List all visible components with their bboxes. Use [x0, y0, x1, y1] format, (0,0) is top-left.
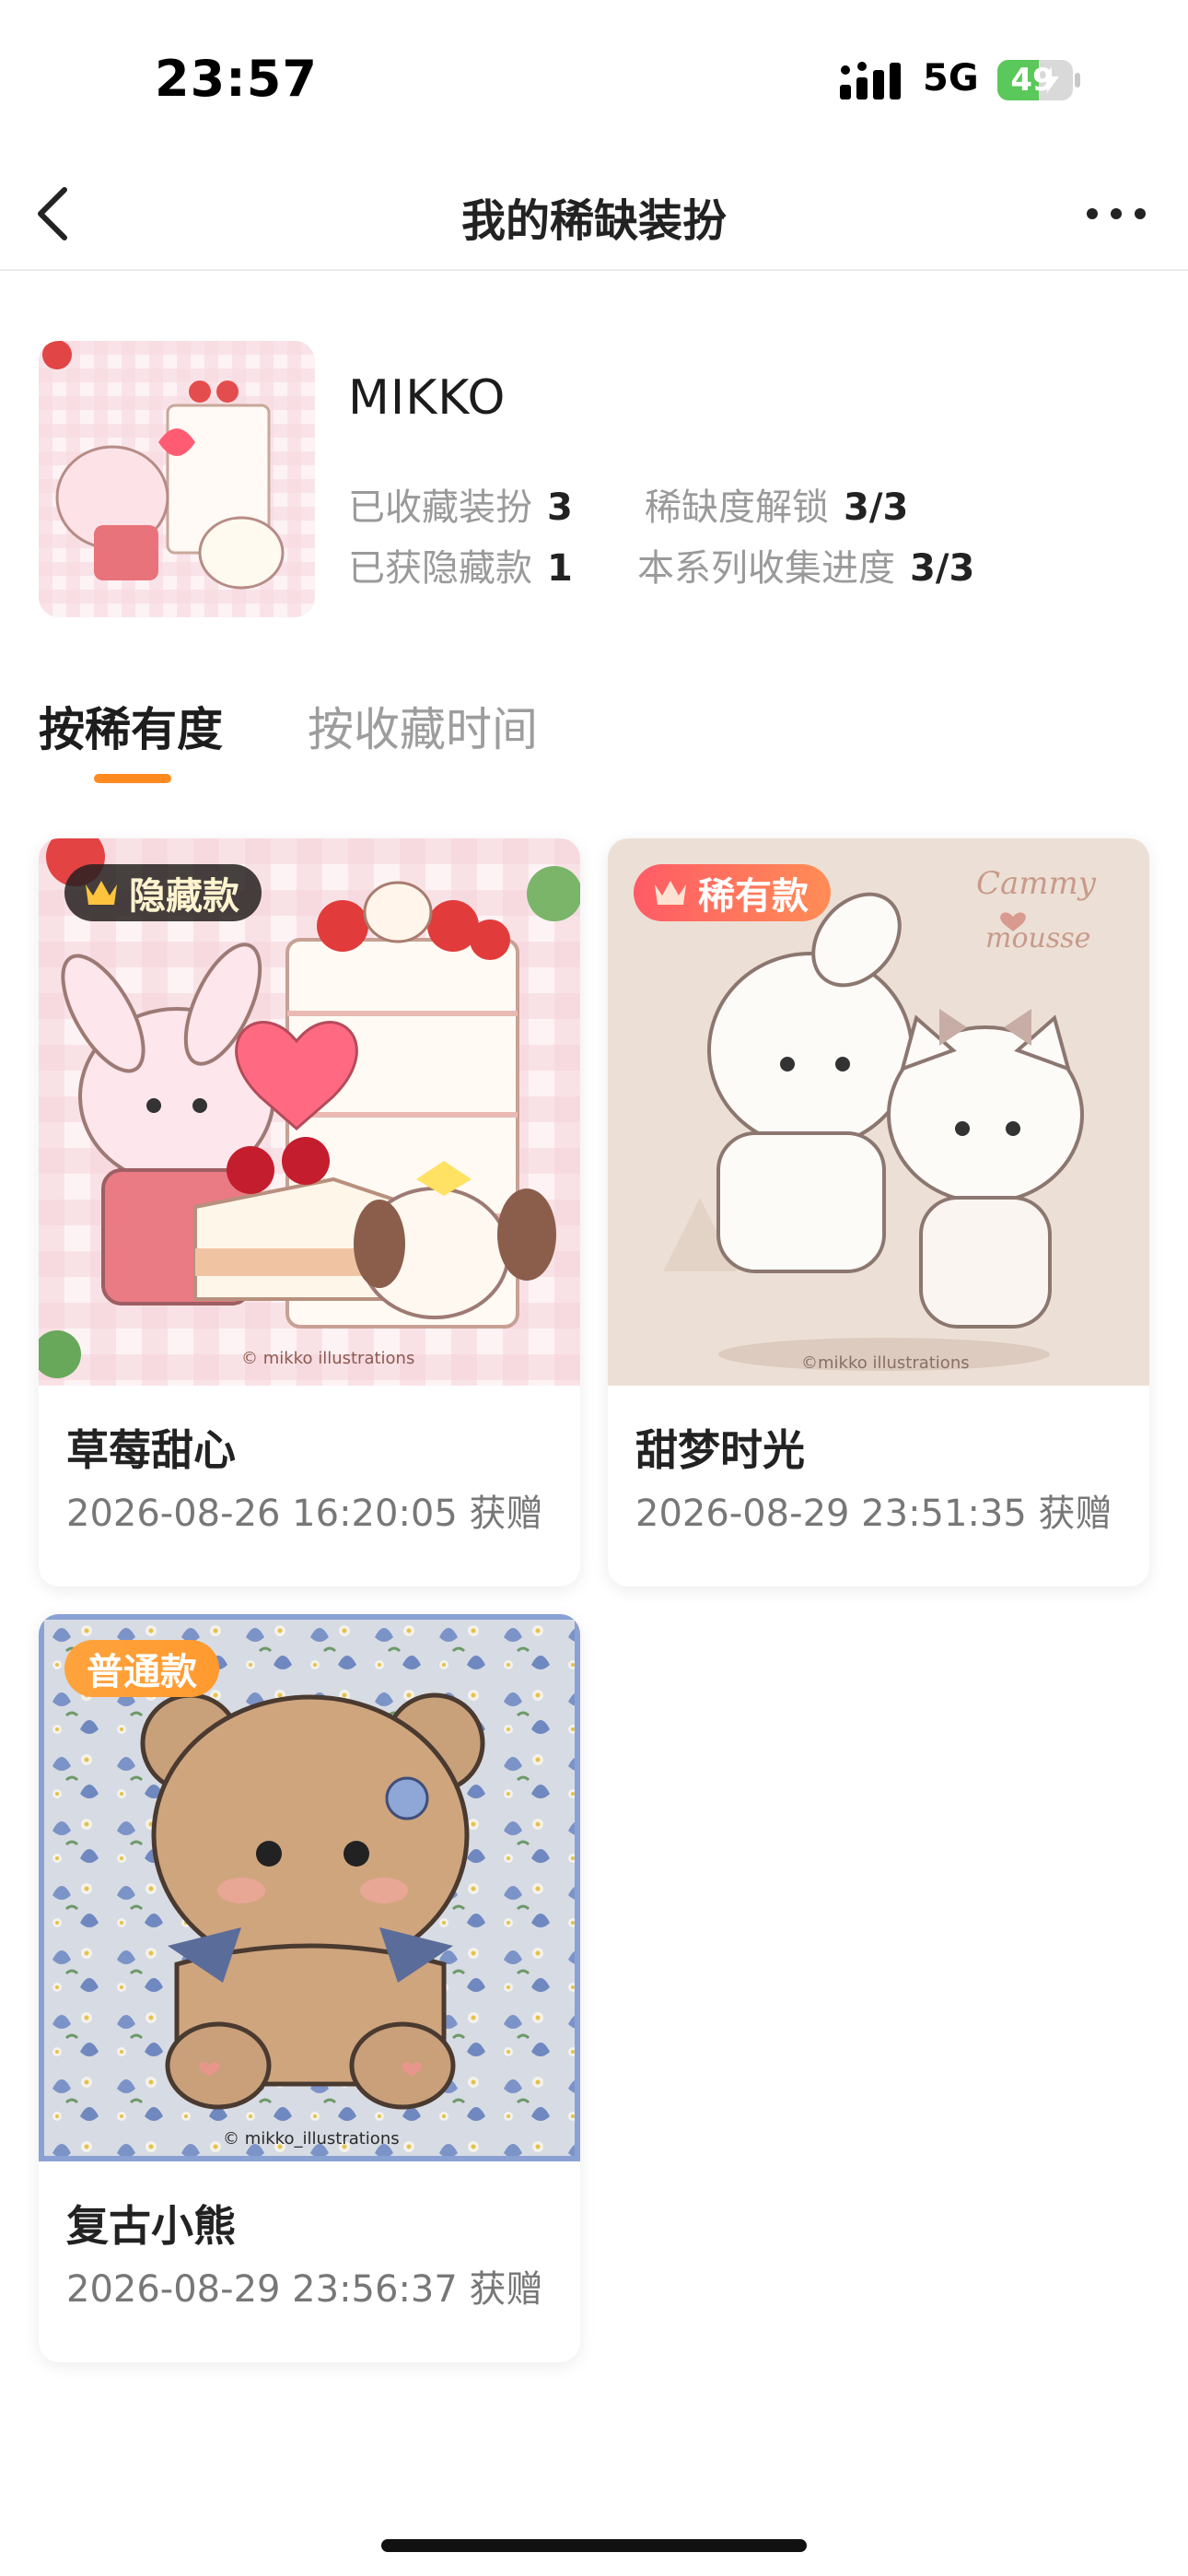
series-cover-image: [39, 341, 315, 617]
cellular-signal-icon: [840, 62, 901, 100]
rarity-badge-hidden: 隐藏款: [64, 864, 262, 921]
page-title: 我的稀缺装扮: [460, 195, 727, 247]
more-options-icon[interactable]: [1079, 188, 1153, 240]
stat-collected: 已收藏装扮 3: [348, 486, 573, 529]
stat-series-progress: 本系列收集进度 3/3: [637, 547, 975, 590]
battery-level: 49: [1010, 62, 1054, 99]
active-tab-indicator: [94, 774, 171, 783]
crown-icon: [86, 881, 117, 905]
stat-hidden-obtained: 已获隐藏款 1: [348, 547, 573, 590]
tab-by-rarity[interactable]: 按稀有度: [39, 693, 223, 759]
item-meta: 2026-08-29 23:51:35 获赠: [635, 1493, 1112, 1535]
crown-icon: [655, 881, 686, 905]
item-card[interactable]: © mikko illustrations 隐藏款 草莓甜心 2026-08-2…: [39, 838, 580, 1587]
item-title: 复古小熊: [66, 2201, 236, 2251]
item-meta: 2026-08-26 16:20:05 获赠: [66, 1493, 543, 1535]
item-meta: 2026-08-29 23:56:37 获赠: [66, 2268, 543, 2311]
rarity-badge-normal: 普通款: [64, 1640, 219, 1697]
stat-rarity-unlocked: 稀缺度解锁 3/3: [645, 486, 909, 529]
item-title: 草莓甜心: [66, 1425, 236, 1475]
svg-text:Cammy: Cammy: [976, 865, 1097, 902]
item-card[interactable]: © mikko_illustrations 普通款 复古小熊 2026-08-2…: [39, 1614, 580, 2362]
svg-text:©mikko illustrations: ©mikko illustrations: [801, 1353, 970, 1373]
svg-text:© mikko_illustrations: © mikko_illustrations: [223, 2129, 400, 2149]
status-bar: 23:57 5G 49: [0, 0, 1188, 157]
item-title: 甜梦时光: [635, 1425, 805, 1475]
network-type: 5G: [923, 57, 979, 100]
status-time: 23:57: [155, 50, 318, 108]
svg-text:mousse: mousse: [985, 922, 1090, 954]
nav-bar: 我的稀缺装扮: [0, 157, 1188, 271]
home-indicator[interactable]: [381, 2539, 807, 2552]
item-card[interactable]: Cammy mousse ©mikko illustrations 稀有款 甜梦…: [608, 838, 1149, 1587]
rarity-badge-rare: 稀有款: [634, 864, 831, 921]
series-name: MIKKO: [348, 370, 507, 426]
tab-by-collect-time[interactable]: 按收藏时间: [308, 693, 538, 759]
svg-text:© mikko illustrations: © mikko illustrations: [241, 1349, 414, 1368]
